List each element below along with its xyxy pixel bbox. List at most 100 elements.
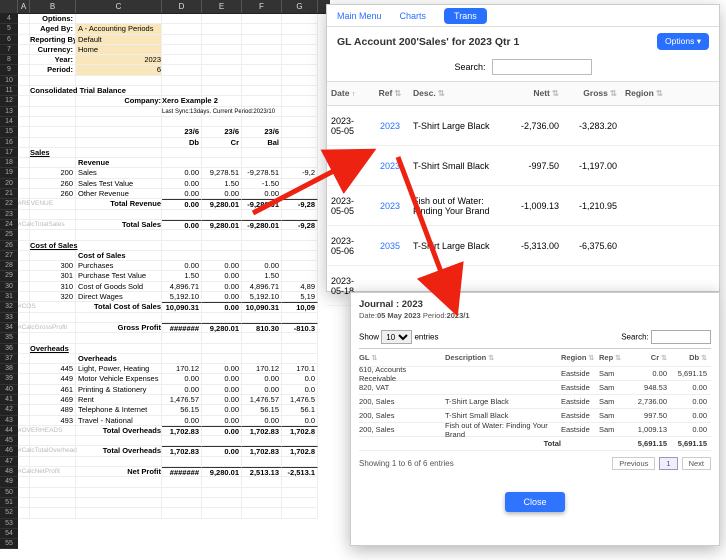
row-number[interactable]: 28	[0, 261, 18, 271]
row-number[interactable]: 13	[0, 107, 18, 117]
search-input[interactable]	[492, 59, 592, 75]
trans-row: 2023-05-052023T-Shirt Small Black-997.50…	[327, 146, 719, 186]
row-number[interactable]: 42	[0, 405, 18, 415]
prev-button[interactable]: Previous	[612, 457, 655, 470]
row-number[interactable]: 45	[0, 436, 18, 446]
reporting-by-value[interactable]: Default	[76, 35, 162, 45]
th-region[interactable]: Region⇅	[621, 82, 681, 105]
row-number[interactable]: 37	[0, 354, 18, 364]
col-header-c[interactable]: C	[76, 0, 162, 13]
th-rep[interactable]: Rep⇅	[599, 353, 627, 362]
ref-link[interactable]: 2035	[380, 241, 400, 251]
th-cr[interactable]: Cr⇅	[627, 353, 667, 362]
total-revenue-label: Total Revenue	[76, 199, 162, 209]
row-number[interactable]: 11	[0, 86, 18, 96]
th-desc[interactable]: Desc.⇅	[409, 82, 505, 105]
th-gl[interactable]: GL⇅	[359, 353, 445, 362]
row-number[interactable]: 48	[0, 467, 18, 477]
row-number[interactable]: 33	[0, 313, 18, 323]
row-number[interactable]: 36	[0, 344, 18, 354]
row-number[interactable]: 32	[0, 302, 18, 312]
ref-link[interactable]: 2023	[380, 201, 400, 211]
row-number[interactable]: 10	[0, 76, 18, 86]
nav-charts[interactable]: Charts	[400, 11, 427, 21]
period-value[interactable]: 6	[76, 65, 162, 75]
row-number[interactable]: 27	[0, 251, 18, 261]
row-number[interactable]: 46	[0, 446, 18, 456]
row-number[interactable]: 35	[0, 333, 18, 343]
th-date[interactable]: Date ↑	[327, 82, 371, 105]
row-number[interactable]: 47	[0, 457, 18, 467]
td-cr: 948.53	[627, 383, 667, 392]
currency-value[interactable]: Home	[76, 45, 162, 55]
col-header-e[interactable]: E	[202, 0, 242, 13]
row-number[interactable]: 9	[0, 65, 18, 75]
row-number[interactable]: 34	[0, 323, 18, 333]
row-number[interactable]: 51	[0, 498, 18, 508]
row-number[interactable]: 52	[0, 508, 18, 518]
options-button[interactable]: Options ▾	[657, 33, 709, 50]
row-number[interactable]: 21	[0, 189, 18, 199]
row-number[interactable]: 16	[0, 138, 18, 148]
close-button[interactable]: Close	[505, 492, 564, 512]
ref-link[interactable]: 2023	[380, 121, 400, 131]
row-number[interactable]: 38	[0, 364, 18, 374]
row-number[interactable]: 44	[0, 426, 18, 436]
row-number[interactable]: 50	[0, 488, 18, 498]
row-number[interactable]: 24	[0, 220, 18, 230]
row-number[interactable]: 31	[0, 292, 18, 302]
row-number[interactable]: 25	[0, 230, 18, 240]
td-desc	[409, 280, 505, 292]
col-header-g[interactable]: G	[282, 0, 318, 13]
row-number[interactable]: 17	[0, 148, 18, 158]
row-number[interactable]: 39	[0, 374, 18, 384]
row-number[interactable]: 18	[0, 158, 18, 168]
th-ref[interactable]: Ref⇅	[371, 82, 409, 105]
row-number[interactable]: 19	[0, 168, 18, 178]
period-col-1: 23/6	[162, 127, 202, 137]
th-region[interactable]: Region⇅	[561, 353, 599, 362]
ref-link[interactable]: 2023	[380, 161, 400, 171]
th-nett[interactable]: Nett⇅	[505, 82, 563, 105]
currency-label: Currency:	[30, 45, 76, 55]
row-number[interactable]: 6	[0, 35, 18, 45]
cos-tag: #COS	[18, 302, 30, 312]
next-button[interactable]: Next	[682, 457, 711, 470]
col-header-d[interactable]: D	[162, 0, 202, 13]
journal-search-input[interactable]	[651, 330, 711, 344]
row-number[interactable]: 15	[0, 127, 18, 137]
row-number[interactable]: 53	[0, 519, 18, 529]
th-db[interactable]: Db⇅	[667, 353, 707, 362]
row-number[interactable]: 4	[0, 14, 18, 24]
row-number[interactable]: 5	[0, 24, 18, 34]
page-1[interactable]: 1	[659, 457, 677, 470]
col-header-a[interactable]: A	[18, 0, 30, 13]
entries-select[interactable]: 10	[381, 330, 412, 344]
row-number[interactable]: 8	[0, 55, 18, 65]
row-number[interactable]: 55	[0, 539, 18, 549]
nav-trans[interactable]: Trans	[444, 8, 487, 24]
td-nett: -997.50	[505, 155, 563, 177]
row-number[interactable]: 12	[0, 96, 18, 106]
row-number[interactable]: 26	[0, 241, 18, 251]
row-number[interactable]: 43	[0, 416, 18, 426]
row-number[interactable]: 14	[0, 117, 18, 127]
row-number[interactable]: 54	[0, 529, 18, 539]
year-value[interactable]: 2023	[76, 55, 162, 65]
row-number[interactable]: 49	[0, 477, 18, 487]
row-number[interactable]: 41	[0, 395, 18, 405]
row-number[interactable]: 23	[0, 210, 18, 220]
col-header-f[interactable]: F	[242, 0, 282, 13]
row-number[interactable]: 22	[0, 199, 18, 209]
row-number[interactable]: 40	[0, 385, 18, 395]
total-sales-label: Total Sales	[76, 220, 162, 230]
row-number[interactable]: 7	[0, 45, 18, 55]
th-description[interactable]: Description⇅	[445, 353, 561, 362]
row-number[interactable]: 29	[0, 271, 18, 281]
row-number[interactable]: 20	[0, 179, 18, 189]
col-header-b[interactable]: B	[30, 0, 76, 13]
aged-by-value[interactable]: A - Accounting Periods	[76, 24, 162, 34]
th-gross[interactable]: Gross⇅	[563, 82, 621, 105]
nav-main-menu[interactable]: Main Menu	[337, 11, 382, 21]
row-number[interactable]: 30	[0, 282, 18, 292]
